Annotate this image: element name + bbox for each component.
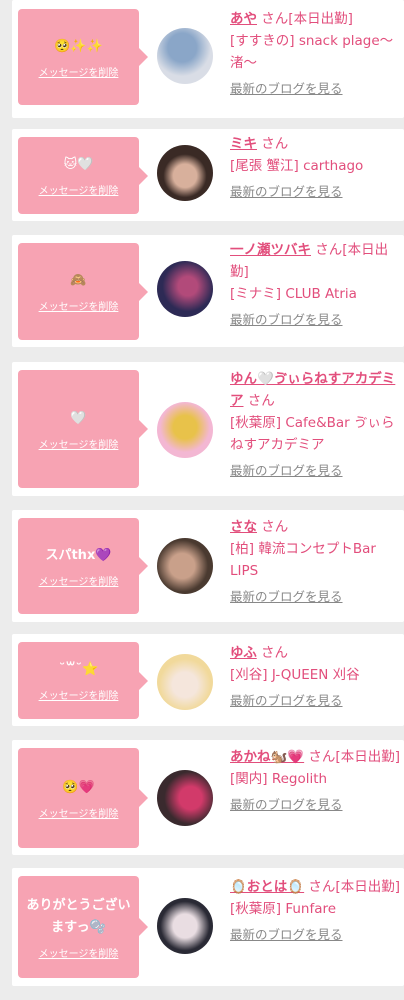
avatar[interactable]: [157, 261, 213, 317]
cast-name-link[interactable]: 一ノ瀬ツバキ: [230, 242, 311, 258]
delete-message-link[interactable]: メッセージを削除: [39, 573, 119, 588]
honorific: さん: [315, 242, 343, 258]
message-card: 🤍 メッセージを削除 ゆん🤍ゔぃらねすアカデミア さん [秋葉原] Cafe&B…: [12, 362, 404, 496]
message-bubble: ありがとうございますっ🫧 メッセージを削除: [18, 876, 148, 978]
cast-info: ゆん🤍ゔぃらねすアカデミア さん [秋葉原] Cafe&Bar ゔぃらねすアカデ…: [230, 368, 402, 482]
delete-message-link[interactable]: メッセージを削除: [39, 298, 119, 313]
delete-message-link[interactable]: メッセージを削除: [39, 805, 119, 820]
avatar[interactable]: [157, 145, 213, 201]
latest-blog-link[interactable]: 最新のブログを見る: [230, 309, 402, 331]
message-bubble: 🤍 メッセージを削除: [18, 370, 148, 488]
status-label: [本日出勤]: [288, 11, 353, 27]
avatar[interactable]: [157, 538, 213, 594]
message-text: ありがとうございますっ🫧: [26, 897, 131, 935]
delete-message-link[interactable]: メッセージを削除: [39, 436, 119, 451]
latest-blog-link[interactable]: 最新のブログを見る: [230, 181, 402, 203]
cast-info: ゆふ さん [刈谷] J-QUEEN 刈谷 最新のブログを見る: [230, 642, 402, 712]
cast-info: あかね🐿️💗 さん[本日出勤] [関内] Regolith 最新のブログを見る: [230, 746, 402, 816]
message-bubble: ˘꒳˘⭐ メッセージを削除: [18, 642, 148, 719]
message-text: スパthx💜: [45, 547, 112, 563]
cast-name-link[interactable]: ミキ: [230, 136, 257, 152]
message-card: ˘꒳˘⭐ メッセージを削除 ゆふ さん [刈谷] J-QUEEN 刈谷 最新のブ…: [12, 634, 404, 726]
message-text: 🙈: [70, 273, 87, 288]
status-label: [本日出勤]: [335, 749, 400, 765]
status-label: [本日出勤]: [335, 879, 400, 895]
message-bubble: 🙈 メッセージを削除: [18, 243, 148, 340]
honorific: さん: [261, 11, 289, 27]
message-bubble: スパthx💜 メッセージを削除: [18, 518, 148, 614]
message-card: 🐱🤍 メッセージを削除 ミキ さん [尾張 蟹江] carthago 最新のブロ…: [12, 129, 404, 221]
latest-blog-link[interactable]: 最新のブログを見る: [230, 924, 402, 946]
latest-blog-link[interactable]: 最新のブログを見る: [230, 794, 402, 816]
message-card: ありがとうございますっ🫧 メッセージを削除 🪞おとは🪞 さん[本日出勤] [秋葉…: [12, 868, 404, 986]
message-text: 🤍: [70, 410, 87, 426]
latest-blog-link[interactable]: 最新のブログを見る: [230, 460, 402, 482]
honorific: さん: [261, 136, 289, 152]
avatar[interactable]: [157, 402, 213, 458]
shop-link[interactable]: [すすきの] snack plage〜渚〜: [230, 33, 393, 71]
shop-link[interactable]: [尾張 蟹江] carthago: [230, 158, 363, 174]
shop-link[interactable]: [刈谷] J-QUEEN 刈谷: [230, 667, 360, 683]
latest-blog-link[interactable]: 最新のブログを見る: [230, 586, 402, 608]
delete-message-link[interactable]: メッセージを削除: [39, 687, 119, 702]
honorific: さん: [261, 519, 289, 535]
delete-message-link[interactable]: メッセージを削除: [39, 945, 119, 960]
avatar[interactable]: [157, 654, 213, 710]
cast-name-link[interactable]: あや: [230, 11, 257, 27]
shop-link[interactable]: [関内] Regolith: [230, 771, 327, 787]
cast-name-link[interactable]: 🪞おとは🪞: [230, 879, 304, 895]
delete-message-link[interactable]: メッセージを削除: [39, 182, 119, 197]
message-card: スパthx💜 メッセージを削除 さな さん [柏] 韓流コンセプトBar LIP…: [12, 510, 404, 622]
message-card: 🥺💗 メッセージを削除 あかね🐿️💗 さん[本日出勤] [関内] Regolit…: [12, 740, 404, 855]
honorific: さん: [247, 393, 275, 409]
shop-link[interactable]: [ミナミ] CLUB Atria: [230, 286, 357, 302]
message-bubble: 🥺✨✨ メッセージを削除: [18, 9, 148, 105]
cast-info: あや さん[本日出勤] [すすきの] snack plage〜渚〜 最新のブログ…: [230, 8, 402, 100]
shop-link[interactable]: [秋葉原] Funfare: [230, 901, 336, 917]
cast-info: さな さん [柏] 韓流コンセプトBar LIPS 最新のブログを見る: [230, 516, 402, 608]
cast-info: 🪞おとは🪞 さん[本日出勤] [秋葉原] Funfare 最新のブログを見る: [230, 876, 402, 946]
delete-message-link[interactable]: メッセージを削除: [39, 64, 119, 79]
avatar[interactable]: [157, 770, 213, 826]
cast-info: 一ノ瀬ツバキ さん[本日出勤] [ミナミ] CLUB Atria 最新のブログを…: [230, 239, 402, 331]
honorific: さん: [308, 879, 336, 895]
message-text: 🥺💗: [62, 779, 95, 795]
avatar[interactable]: [157, 898, 213, 954]
cast-name-link[interactable]: ゆふ: [230, 645, 257, 661]
message-card: 🙈 メッセージを削除 一ノ瀬ツバキ さん[本日出勤] [ミナミ] CLUB At…: [12, 235, 404, 347]
latest-blog-link[interactable]: 最新のブログを見る: [230, 690, 402, 712]
message-text: ˘꒳˘⭐: [58, 662, 99, 677]
shop-link[interactable]: [柏] 韓流コンセプトBar LIPS: [230, 541, 376, 579]
message-text: 🥺✨✨: [54, 38, 103, 54]
shop-link[interactable]: [秋葉原] Cafe&Bar ゔぃらねすアカデミア: [230, 415, 395, 453]
message-bubble: 🥺💗 メッセージを削除: [18, 748, 148, 848]
cast-name-link[interactable]: さな: [230, 519, 257, 535]
message-bubble: 🐱🤍 メッセージを削除: [18, 137, 148, 214]
cast-info: ミキ さん [尾張 蟹江] carthago 最新のブログを見る: [230, 133, 402, 203]
honorific: さん: [261, 645, 289, 661]
message-text: 🐱🤍: [63, 157, 94, 172]
honorific: さん: [308, 749, 336, 765]
message-card: 🥺✨✨ メッセージを削除 あや さん[本日出勤] [すすきの] snack pl…: [12, 0, 404, 118]
cast-name-link[interactable]: あかね🐿️💗: [230, 749, 304, 765]
latest-blog-link[interactable]: 最新のブログを見る: [230, 78, 402, 100]
avatar[interactable]: [157, 28, 213, 84]
